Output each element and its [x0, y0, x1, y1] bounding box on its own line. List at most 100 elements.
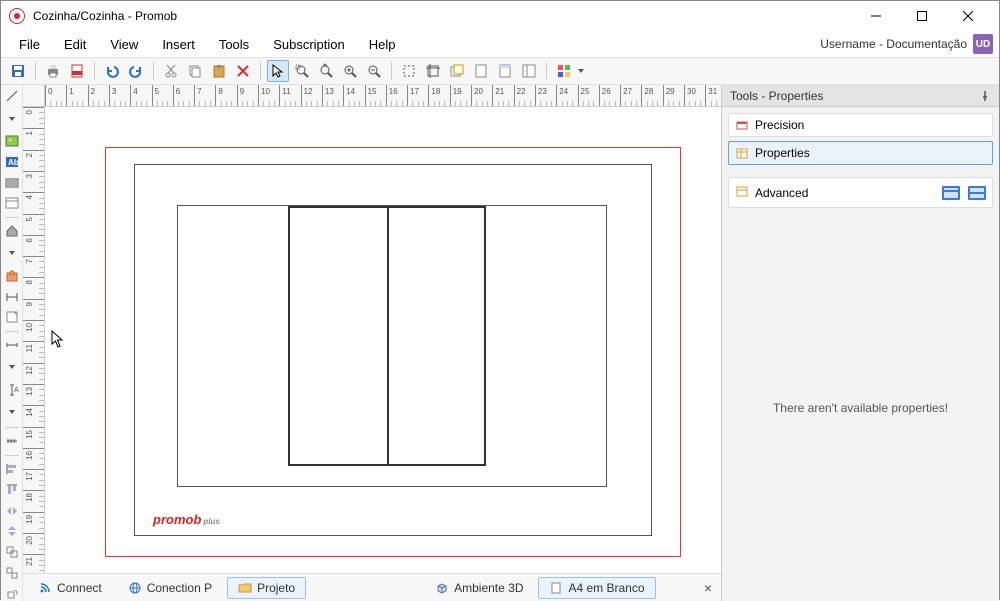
vdim-icon[interactable]: A — [3, 382, 21, 397]
grid-icon[interactable] — [553, 60, 575, 82]
cut-icon[interactable] — [160, 60, 182, 82]
promob-logo: promobplus — [153, 512, 220, 527]
note-icon[interactable] — [3, 310, 21, 325]
page3-icon[interactable] — [518, 60, 540, 82]
tab-close-button[interactable]: × — [699, 579, 717, 597]
menu-insert[interactable]: Insert — [150, 33, 207, 56]
panel-icon[interactable] — [3, 196, 21, 211]
vdim-dropdown[interactable] — [8, 403, 16, 421]
precision-label: Precision — [755, 118, 804, 132]
save-icon[interactable] — [7, 60, 29, 82]
grid-dropdown[interactable] — [577, 60, 585, 82]
panel-title: Tools - Properties — [730, 89, 823, 103]
group-icon[interactable] — [3, 545, 21, 560]
barcode-icon[interactable] — [3, 175, 21, 190]
text-tool-icon[interactable]: Ab — [3, 155, 21, 170]
zoom-dynamic-icon[interactable] — [315, 60, 337, 82]
paste-icon[interactable] — [208, 60, 230, 82]
rotate-icon[interactable] — [3, 586, 21, 601]
tab-conection-p[interactable]: Conection P — [117, 577, 223, 599]
pin-icon[interactable] — [979, 90, 991, 102]
menu-view[interactable]: View — [98, 33, 150, 56]
properties-panel: Tools - Properties Precision Properties … — [721, 85, 999, 601]
svg-text:Ab: Ab — [8, 158, 19, 167]
menu-bar: File Edit View Insert Tools Subscription… — [1, 31, 999, 57]
page-icon[interactable] — [470, 60, 492, 82]
drawing-frame — [177, 205, 607, 487]
tab-label: Ambiente 3D — [454, 581, 523, 595]
print-icon[interactable] — [42, 60, 64, 82]
precision-icon — [735, 118, 749, 132]
pdf-icon[interactable] — [66, 60, 88, 82]
undo-icon[interactable] — [101, 60, 123, 82]
menu-tools[interactable]: Tools — [207, 33, 261, 56]
puzzle-icon[interactable] — [3, 269, 21, 284]
line-tool-icon[interactable] — [3, 89, 21, 104]
copy-icon[interactable] — [184, 60, 206, 82]
globe-icon — [128, 581, 142, 595]
tab-label: Projeto — [257, 581, 295, 595]
bottom-tabs: Connect Conection P Projeto Ambiente 3D … — [23, 573, 721, 601]
panel-header: Tools - Properties — [722, 85, 999, 107]
maximize-button[interactable] — [899, 1, 945, 31]
view-alphabetical-button[interactable] — [968, 186, 986, 200]
delete-icon[interactable] — [232, 60, 254, 82]
home-dropdown[interactable] — [8, 244, 16, 262]
minimize-button[interactable] — [853, 1, 899, 31]
tab-ambiente-3d[interactable]: Ambiente 3D — [424, 577, 534, 599]
rss-icon — [38, 581, 52, 595]
toolbar — [1, 57, 999, 85]
menu-subscription[interactable]: Subscription — [261, 33, 357, 56]
advanced-icon — [735, 184, 749, 201]
flip-h-icon[interactable] — [3, 503, 21, 518]
user-label[interactable]: Username - Documentação — [820, 37, 967, 51]
page2-icon[interactable] — [494, 60, 516, 82]
advanced-section: Advanced — [728, 177, 993, 208]
app-icon — [9, 8, 25, 24]
menu-help[interactable]: Help — [357, 33, 408, 56]
empty-properties-message: There aren't available properties! — [722, 214, 999, 601]
image-tool-icon[interactable] — [3, 134, 21, 149]
line-dropdown[interactable] — [8, 110, 16, 128]
tab-a4-branco[interactable]: A4 em Branco — [538, 577, 655, 599]
align-left-icon[interactable] — [3, 462, 21, 477]
align-top-icon[interactable] — [3, 482, 21, 497]
close-button[interactable] — [945, 1, 991, 31]
work-area: 0123456789101112131415161718192021222324… — [23, 85, 721, 601]
hdim-dropdown[interactable] — [8, 358, 16, 376]
menu-file[interactable]: File — [7, 33, 52, 56]
home-icon[interactable] — [3, 224, 21, 239]
zoom-in-icon[interactable] — [339, 60, 361, 82]
view-categorized-button[interactable] — [942, 186, 960, 200]
left-toolbar: Ab A — [1, 85, 23, 601]
user-badge[interactable]: UD — [973, 34, 993, 54]
properties-item[interactable]: Properties — [728, 141, 993, 165]
cabinet-drawing[interactable] — [288, 206, 486, 466]
zoom-out-icon[interactable] — [363, 60, 385, 82]
ruler-corner — [23, 85, 45, 107]
redo-icon[interactable] — [125, 60, 147, 82]
ungroup-icon[interactable] — [3, 565, 21, 580]
tab-connect[interactable]: Connect — [27, 577, 113, 599]
dimension-icon[interactable] — [3, 289, 21, 304]
title-bar: Cozinha/Cozinha - Promob — [1, 1, 999, 31]
measure-icon[interactable] — [3, 434, 21, 449]
crop2-icon[interactable] — [422, 60, 444, 82]
flip-v-icon[interactable] — [3, 524, 21, 539]
canvas[interactable]: promobplus — [45, 107, 721, 573]
crop-icon[interactable] — [398, 60, 420, 82]
tab-projeto[interactable]: Projeto — [227, 577, 306, 599]
advanced-label: Advanced — [755, 186, 808, 200]
page-margin: promobplus — [134, 164, 652, 536]
precision-item[interactable]: Precision — [728, 113, 993, 137]
hdim-icon[interactable] — [3, 338, 21, 353]
page-boundary: promobplus — [105, 147, 681, 557]
folder-icon — [238, 581, 252, 595]
cube-icon — [435, 581, 449, 595]
properties-icon — [735, 146, 749, 160]
window-title: Cozinha/Cozinha - Promob — [33, 9, 853, 23]
select-tool-icon[interactable] — [267, 60, 289, 82]
layer-icon[interactable] — [446, 60, 468, 82]
menu-edit[interactable]: Edit — [52, 33, 98, 56]
zoom-window-icon[interactable] — [291, 60, 313, 82]
